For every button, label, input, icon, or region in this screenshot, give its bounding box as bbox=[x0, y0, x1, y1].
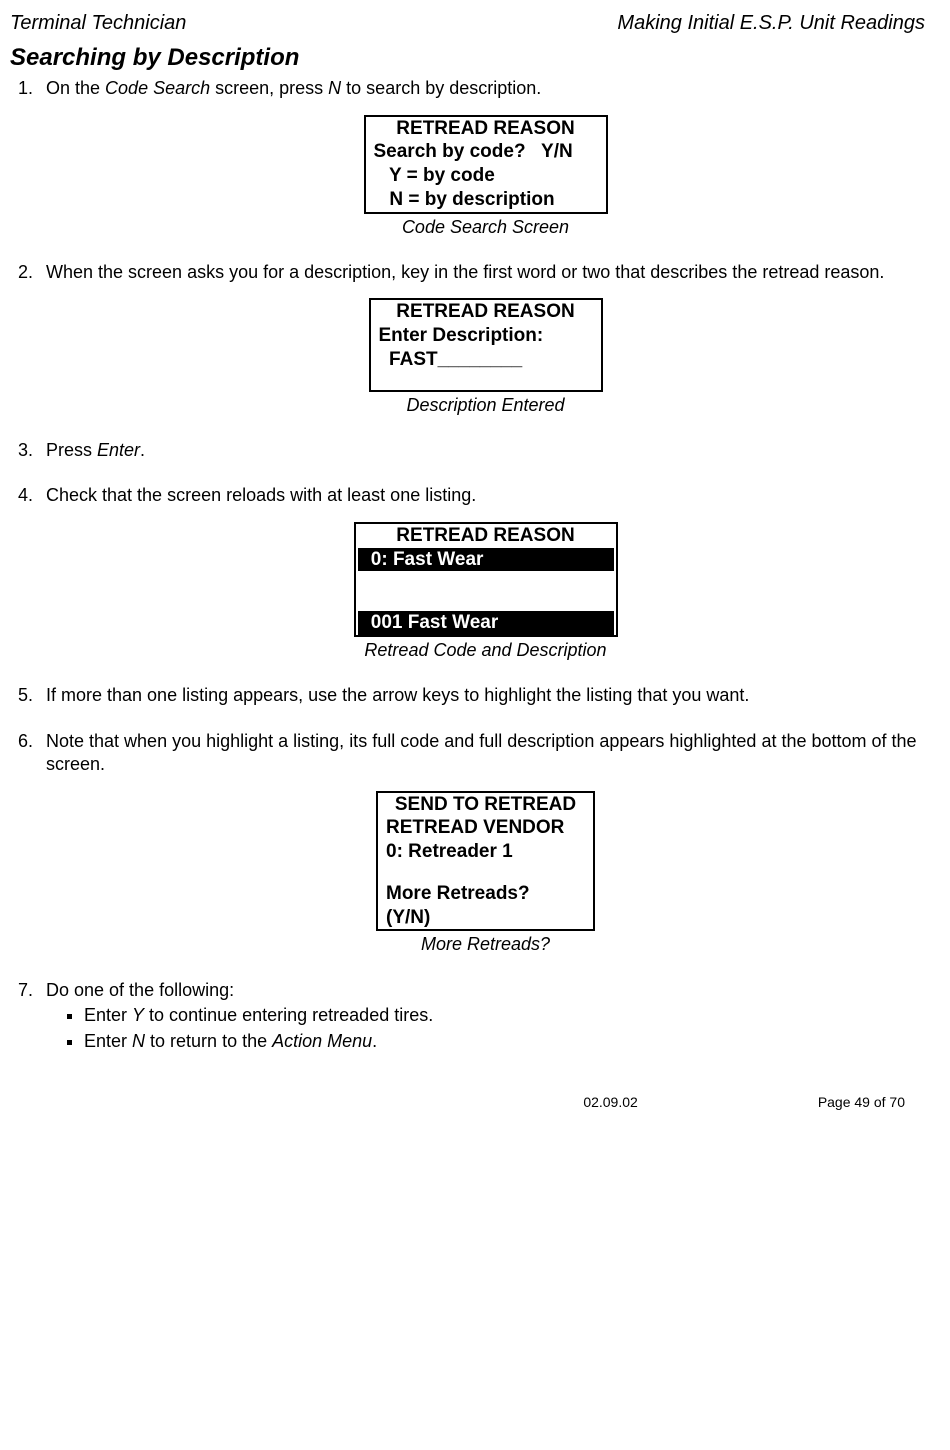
step7-b2: Enter N to return to the Action Menu. bbox=[84, 1030, 925, 1053]
screen3-sel2: 001 Fast Wear bbox=[358, 611, 614, 635]
step5-text: If more than one listing appears, use th… bbox=[46, 685, 749, 705]
header-left: Terminal Technician bbox=[10, 10, 186, 36]
em: Enter bbox=[97, 440, 140, 460]
screen4-line4: More Retreads? bbox=[378, 882, 593, 906]
step4-text: Check that the screen reloads with at le… bbox=[46, 485, 476, 505]
txt: . bbox=[140, 440, 145, 460]
step7-bullets: Enter Y to continue entering retreaded t… bbox=[84, 1004, 925, 1053]
screen2-wrap: RETREAD REASON Enter Description: FAST__… bbox=[46, 298, 925, 417]
screen4-line5: (Y/N) bbox=[378, 906, 593, 930]
screen4-title: SEND TO RETREAD bbox=[378, 793, 593, 817]
screen1-line2: Search by code? Y/N bbox=[366, 140, 606, 164]
screen4-spacer bbox=[378, 864, 593, 882]
page-footer: 02.09.02 Page 49 of 70 bbox=[10, 1093, 925, 1111]
txt: On the bbox=[46, 78, 105, 98]
screen1-title: RETREAD REASON bbox=[366, 117, 606, 141]
screen1-wrap: RETREAD REASON Search by code? Y/N Y = b… bbox=[46, 115, 925, 239]
em: Code Search bbox=[105, 78, 210, 98]
footer-page: Page 49 of 70 bbox=[818, 1093, 905, 1111]
txt: Press bbox=[46, 440, 97, 460]
screen3-spacer bbox=[356, 571, 616, 611]
step-1: On the Code Search screen, press N to se… bbox=[38, 77, 925, 239]
screen3-wrap: RETREAD REASON 0: Fast Wear 001 Fast Wea… bbox=[46, 522, 925, 663]
screen4-line2: RETREAD VENDOR bbox=[378, 816, 593, 840]
txt: to return to the bbox=[145, 1031, 272, 1051]
txt: Enter bbox=[84, 1031, 132, 1051]
screen1-caption: Code Search Screen bbox=[46, 216, 925, 239]
screen2-line2: Enter Description: bbox=[371, 324, 601, 348]
screen2-title: RETREAD REASON bbox=[371, 300, 601, 324]
step-4: Check that the screen reloads with at le… bbox=[38, 484, 925, 662]
footer-date: 02.09.02 bbox=[583, 1093, 638, 1111]
step-5: If more than one listing appears, use th… bbox=[38, 684, 925, 707]
step-6: Note that when you highlight a listing, … bbox=[38, 730, 925, 957]
retread-code-screen: RETREAD REASON 0: Fast Wear 001 Fast Wea… bbox=[354, 522, 618, 637]
step2-text: When the screen asks you for a descripti… bbox=[46, 262, 884, 282]
step7-lead: Do one of the following: bbox=[46, 980, 234, 1000]
screen2-caption: Description Entered bbox=[46, 394, 925, 417]
step7-b1: Enter Y to continue entering retreaded t… bbox=[84, 1004, 925, 1027]
steps-list: On the Code Search screen, press N to se… bbox=[38, 77, 925, 1053]
screen1-line4: N = by description bbox=[366, 188, 606, 212]
step-7: Do one of the following: Enter Y to cont… bbox=[38, 979, 925, 1053]
em: Y bbox=[132, 1005, 144, 1025]
screen3-sel1: 0: Fast Wear bbox=[358, 548, 614, 572]
more-retreads-screen: SEND TO RETREAD RETREAD VENDOR 0: Retrea… bbox=[376, 791, 595, 932]
em: N bbox=[328, 78, 341, 98]
screen4-caption: More Retreads? bbox=[46, 933, 925, 956]
screen3-caption: Retread Code and Description bbox=[46, 639, 925, 662]
em: Action Menu bbox=[272, 1031, 372, 1051]
screen2-spacer bbox=[371, 372, 601, 390]
screen2-line3: FAST________ bbox=[371, 348, 601, 372]
header-right: Making Initial E.S.P. Unit Readings bbox=[617, 10, 925, 36]
screen4-line3: 0: Retreader 1 bbox=[378, 840, 593, 864]
screen1-line3: Y = by code bbox=[366, 164, 606, 188]
txt: to search by description. bbox=[341, 78, 541, 98]
em: N bbox=[132, 1031, 145, 1051]
txt: . bbox=[372, 1031, 377, 1051]
description-entered-screen: RETREAD REASON Enter Description: FAST__… bbox=[369, 298, 603, 391]
code-search-screen: RETREAD REASON Search by code? Y/N Y = b… bbox=[364, 115, 608, 214]
step-3: Press Enter. bbox=[38, 439, 925, 462]
step1-text: On the Code Search screen, press N to se… bbox=[46, 78, 541, 98]
txt: Enter bbox=[84, 1005, 132, 1025]
section-title: Searching by Description bbox=[10, 42, 925, 73]
step6-text: Note that when you highlight a listing, … bbox=[46, 731, 917, 774]
screen4-wrap: SEND TO RETREAD RETREAD VENDOR 0: Retrea… bbox=[46, 791, 925, 957]
page-header: Terminal Technician Making Initial E.S.P… bbox=[10, 10, 925, 36]
screen3-title: RETREAD REASON bbox=[356, 524, 616, 548]
txt: to continue entering retreaded tires. bbox=[144, 1005, 433, 1025]
txt: screen, press bbox=[210, 78, 328, 98]
step-2: When the screen asks you for a descripti… bbox=[38, 261, 925, 417]
